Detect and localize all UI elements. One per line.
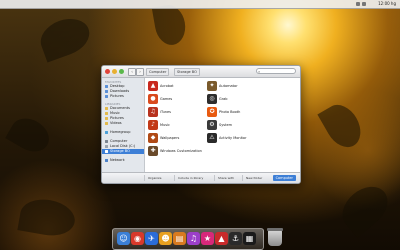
file-item-label: Acrobat bbox=[160, 84, 174, 88]
warning-icon: ⚠ bbox=[207, 133, 217, 143]
itunes-icon: ♫ bbox=[148, 107, 158, 117]
automator-icon: ✦ bbox=[207, 81, 217, 91]
disk-icon bbox=[105, 149, 108, 153]
pdf-icon[interactable]: ▲ bbox=[215, 232, 228, 245]
documents-icon bbox=[105, 106, 108, 110]
file-item[interactable]: ⚙ System bbox=[207, 120, 277, 132]
file-item-label: System bbox=[219, 123, 233, 127]
menu-bar: 12:00 hg bbox=[0, 0, 400, 9]
desktop-icon bbox=[105, 84, 108, 88]
music-icon: ♪ bbox=[148, 120, 158, 130]
forward-button[interactable]: › bbox=[136, 68, 144, 76]
file-item-label: iTunes bbox=[160, 110, 171, 114]
file-item-label: Grab bbox=[219, 97, 228, 101]
dock: ☺ ◉ ✈ ☻ ▤ ♫ ★ ▲ ⚓ ▦ bbox=[112, 228, 264, 250]
zoom-button[interactable] bbox=[119, 69, 124, 74]
customization-icon: ✚ bbox=[148, 146, 158, 156]
file-item[interactable]: ⚠ Activity Monitor bbox=[207, 133, 277, 145]
file-item[interactable]: ◎ Grab bbox=[207, 94, 277, 106]
command-bar: Organize Include in library Share with N… bbox=[102, 172, 300, 183]
wifi-icon[interactable] bbox=[356, 2, 360, 6]
videos-icon bbox=[105, 121, 108, 125]
minimize-button[interactable] bbox=[112, 69, 117, 74]
file-item[interactable]: ✪ Photo Booth bbox=[207, 107, 277, 119]
sidebar-item-videos[interactable]: Videos bbox=[105, 121, 142, 126]
pictures-icon bbox=[105, 116, 108, 120]
downloads-icon bbox=[105, 89, 108, 93]
file-item-label: Wallpapers bbox=[160, 136, 180, 140]
sidebar-item-pictures[interactable]: Pictures bbox=[105, 94, 142, 99]
menu-clock[interactable]: 12:00 hg bbox=[378, 0, 396, 8]
include-in-library-button[interactable]: Include in library bbox=[174, 175, 206, 181]
breadcrumb-item[interactable]: Computer bbox=[146, 68, 170, 76]
file-item-label: Photo Booth bbox=[219, 110, 241, 114]
maps-icon[interactable]: ✈ bbox=[145, 232, 158, 245]
photo-icon[interactable]: ▦ bbox=[243, 232, 256, 245]
back-button[interactable]: ‹ bbox=[128, 68, 136, 76]
trash-icon[interactable] bbox=[267, 228, 283, 246]
organize-button[interactable]: Organize bbox=[144, 175, 164, 181]
explorer-window: ‹ › Computer Storage BO ⌕ Favorites Desk… bbox=[101, 65, 301, 184]
file-item-label: Games bbox=[160, 97, 173, 101]
volume-icon[interactable] bbox=[362, 2, 366, 6]
system-icon: ⚙ bbox=[207, 120, 217, 130]
new-folder-button[interactable]: New folder bbox=[242, 175, 265, 181]
file-item-label: Automator bbox=[219, 84, 238, 88]
clipboard-icon[interactable]: ▤ bbox=[173, 232, 186, 245]
network-icon bbox=[105, 158, 108, 162]
file-item-label: Activity Monitor bbox=[219, 136, 247, 140]
file-item-label: Windows Customization bbox=[160, 149, 202, 153]
close-button[interactable] bbox=[105, 69, 110, 74]
game-icon[interactable]: ★ bbox=[201, 232, 214, 245]
wallpapers-icon: ◆ bbox=[148, 133, 158, 143]
file-item[interactable]: ✦ Automator bbox=[207, 81, 277, 93]
window-titlebar[interactable]: ‹ › Computer Storage BO ⌕ bbox=[102, 66, 300, 78]
computer-icon bbox=[105, 139, 108, 143]
share-with-button[interactable]: Share with bbox=[214, 175, 237, 181]
pictures-icon bbox=[105, 94, 108, 98]
sidebar-item-network[interactable]: Network bbox=[105, 158, 142, 163]
status-selected-location: Computer bbox=[272, 175, 296, 181]
grab-icon: ◎ bbox=[207, 94, 217, 104]
breadcrumb-item[interactable]: Storage BO bbox=[174, 68, 200, 76]
music-icon bbox=[105, 111, 108, 115]
homegroup-icon bbox=[105, 130, 108, 134]
file-item[interactable]: ✚ Windows Customization bbox=[148, 146, 228, 158]
itunes-icon[interactable]: ♫ bbox=[187, 232, 200, 245]
photo-booth-icon: ✪ bbox=[207, 107, 217, 117]
keychain-icon[interactable]: ⚓ bbox=[229, 232, 242, 245]
games-icon: ● bbox=[148, 94, 158, 104]
search-input[interactable]: ⌕ bbox=[256, 68, 296, 74]
finder-icon[interactable]: ☺ bbox=[117, 232, 130, 245]
smiley-icon[interactable]: ☻ bbox=[159, 232, 172, 245]
disk-icon bbox=[105, 144, 108, 148]
search-icon: ⌕ bbox=[258, 69, 261, 74]
chrome-icon[interactable]: ◉ bbox=[131, 232, 144, 245]
file-grid: ▲ Acrobat ✦ Automator ● Games ◎ Grab ♫ i… bbox=[145, 78, 300, 172]
sidebar-item-storage[interactable]: Storage BO bbox=[102, 149, 144, 154]
sidebar-item-homegroup[interactable]: Homegroup bbox=[105, 130, 142, 135]
file-item-label: Music bbox=[160, 123, 170, 127]
acrobat-icon: ▲ bbox=[148, 81, 158, 91]
sidebar: Favorites Desktop Downloads Pictures Lib… bbox=[102, 78, 145, 172]
